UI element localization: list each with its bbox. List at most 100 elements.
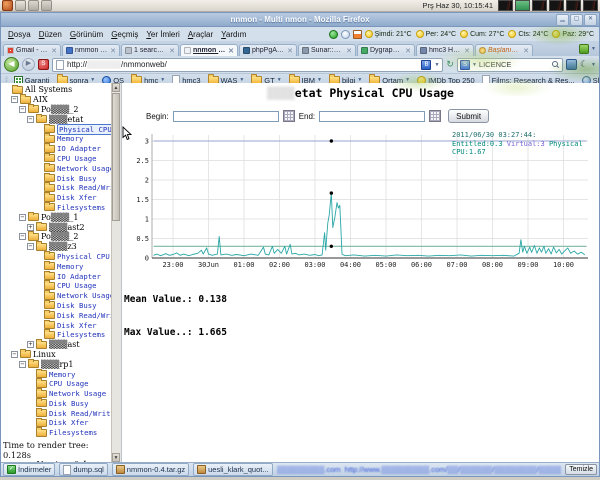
- tab-nnmon[interactable]: nnmon - ... ✕: [180, 44, 238, 56]
- collapse-icon[interactable]: −: [27, 243, 34, 251]
- tree-item-filesystems[interactable]: −Filesystems: [1, 427, 121, 438]
- tree-item-po-2[interactable]: − Po▒▒▒_2: [1, 104, 121, 115]
- tree-item-disk-busy[interactable]: −Disk Busy: [1, 397, 121, 409]
- search-engine-chevron-icon[interactable]: ▼: [472, 62, 477, 68]
- tree-item-physical-cpu[interactable]: −Physical CPU: [1, 251, 121, 262]
- tree-item-disk-busy[interactable]: −Disk Busy: [1, 172, 121, 183]
- collapse-icon[interactable]: −: [27, 116, 34, 123]
- back-button[interactable]: ◀: [4, 57, 19, 72]
- tab-1-search-r[interactable]: 1 search r... ✕: [121, 44, 179, 56]
- maximize-button[interactable]: ▢: [570, 14, 583, 26]
- tree-item-memory[interactable]: −Memory: [1, 368, 121, 379]
- search-input[interactable]: LICENCE: [479, 60, 550, 69]
- end-calendar-icon[interactable]: [429, 110, 442, 122]
- menu-ara-lar[interactable]: Araçlar: [184, 29, 217, 40]
- tab-dygraphs[interactable]: Dygraphs ...✕: [357, 44, 415, 56]
- tree-item-disk-xfer[interactable]: −Disk Xfer: [1, 192, 121, 203]
- new-tab-addon-icon[interactable]: [579, 44, 590, 54]
- collapse-icon[interactable]: −: [11, 96, 18, 104]
- url-bar[interactable]: http://▒▒▒▒▒▒/nmmonweb/ B ▼: [52, 57, 444, 72]
- tree-item-network-usage[interactable]: −Network Usage: [1, 290, 121, 301]
- clear-downloads-button[interactable]: Temizle: [565, 464, 597, 475]
- panel-app-icon-2[interactable]: [41, 0, 52, 11]
- tree-item-disk-xfer[interactable]: −Disk Xfer: [1, 319, 121, 330]
- submit-button[interactable]: Submit: [448, 109, 490, 123]
- menu-g-r-n-m[interactable]: Görünüm: [66, 29, 107, 40]
- tab-close-icon[interactable]: ✕: [287, 47, 293, 55]
- tree-item-cpu-usage[interactable]: −CPU Usage: [1, 378, 121, 389]
- menu-dosya[interactable]: Dosya: [4, 29, 35, 40]
- expand-icon[interactable]: +: [27, 341, 34, 349]
- tab-list-chevron-icon[interactable]: ▼: [591, 46, 596, 52]
- tree-item-network-usage[interactable]: −Network Usage: [1, 388, 121, 399]
- tab-close-icon[interactable]: ✕: [405, 47, 411, 55]
- workspace-thumbnail-5[interactable]: [566, 0, 581, 11]
- tab-hmc3-har[interactable]: hmc3 Har... ✕: [416, 44, 474, 56]
- close-button[interactable]: ✕: [584, 14, 597, 26]
- collapse-icon[interactable]: −: [19, 214, 26, 221]
- tree-item-ast2[interactable]: + ▒▒▒ast2: [1, 221, 121, 232]
- downloads-button[interactable]: ✓ İndirmeler: [3, 463, 56, 476]
- scrollbar-thumb[interactable]: [112, 93, 120, 221]
- tab-close-icon[interactable]: ✕: [169, 47, 175, 55]
- tab-close-icon[interactable]: ✕: [110, 47, 116, 55]
- collapse-icon[interactable]: −: [19, 233, 26, 241]
- expand-icon[interactable]: +: [27, 223, 34, 231]
- panel-launcher-icon[interactable]: [2, 0, 13, 11]
- minimize-button[interactable]: ▁: [556, 14, 569, 26]
- tree-item-po-2[interactable]: − Po▒▒▒_2: [1, 231, 121, 242]
- search-box[interactable]: S ▼ LICENCE: [456, 57, 563, 72]
- search-icon[interactable]: [551, 60, 560, 69]
- workspace-thumbnail-1[interactable]: [498, 0, 513, 11]
- forward-button[interactable]: ▶: [22, 58, 35, 71]
- tree-item-network-usage[interactable]: −Network Usage: [1, 162, 121, 173]
- tree-item-cpu-usage[interactable]: −CPU Usage: [1, 153, 121, 164]
- tab-nmmon-m[interactable]: nmmon - M...✕: [62, 44, 120, 56]
- tree-item-all-systems[interactable]: −All Systems: [1, 84, 121, 95]
- download-dump-sql[interactable]: dump.sql: [59, 463, 108, 476]
- download-nmmon-0-4-tar-gz[interactable]: nmmon-0.4.tar.gz: [111, 463, 190, 476]
- tree-item-etat[interactable]: − ▒▒▒etat: [1, 113, 121, 124]
- tree-item-memory[interactable]: −Memory: [1, 260, 121, 271]
- panel-app-icon[interactable]: [28, 0, 39, 11]
- begin-calendar-icon[interactable]: [282, 110, 295, 122]
- tree-item-filesystems[interactable]: −Filesystems: [1, 329, 121, 340]
- weather-refresh-icon[interactable]: [340, 29, 350, 39]
- tree-item-io-adapter[interactable]: −IO Adapter: [1, 143, 121, 154]
- collapse-icon[interactable]: −: [19, 106, 26, 113]
- workspace-thumbnail-3[interactable]: [532, 0, 547, 11]
- reload-icon[interactable]: ↻: [446, 60, 454, 69]
- addon-icon[interactable]: [565, 59, 577, 70]
- tree-item-disk-read-write[interactable]: −Disk Read/Write: [1, 309, 121, 320]
- tab-phppgad[interactable]: phpPgAd... ✕: [239, 44, 297, 56]
- url-text[interactable]: http://▒▒▒▒▒▒/nmmonweb/: [67, 60, 418, 69]
- tab-close-icon[interactable]: ✕: [51, 47, 57, 55]
- workspace-thumbnail-6[interactable]: [583, 0, 598, 11]
- tree-item-disk-read-write[interactable]: −Disk Read/Write: [1, 407, 121, 418]
- clock[interactable]: Prş Haz 30, 10:15:41: [423, 1, 496, 10]
- tree-item-io-adapter[interactable]: −IO Adapter: [1, 270, 121, 281]
- toolbar-overflow-chevron-icon[interactable]: ▼: [591, 62, 596, 68]
- end-input[interactable]: [319, 110, 426, 122]
- window-titlebar[interactable]: nnmon - Multi nmon - Mozilla Firefox ▁ ▢…: [1, 13, 599, 27]
- tree-item-physical-cpu[interactable]: −Physical CPU: [1, 123, 121, 135]
- begin-input[interactable]: [172, 110, 279, 122]
- workspace-thumbnail-2[interactable]: [515, 0, 530, 11]
- tree-item-cpu-usage[interactable]: −CPU Usage: [1, 280, 121, 291]
- tree-item-linux[interactable]: − Linux: [1, 349, 121, 360]
- tree-item-rp1[interactable]: − ▒▒▒rp1: [1, 358, 121, 369]
- tree-item-memory[interactable]: −Memory: [1, 133, 121, 144]
- scroll-down-icon[interactable]: ▼: [112, 453, 120, 462]
- tree-item-ast[interactable]: + ▒▒▒ast: [1, 339, 121, 350]
- tab-close-icon[interactable]: ✕: [464, 47, 470, 55]
- tree-item-disk-xfer[interactable]: −Disk Xfer: [1, 417, 121, 428]
- tab-close-icon[interactable]: ✕: [346, 47, 352, 55]
- menu-yard-m[interactable]: Yardım: [217, 29, 250, 40]
- tab-close-icon[interactable]: ✕: [523, 47, 529, 55]
- tree-scrollbar[interactable]: ▲ ▼: [111, 83, 121, 462]
- weather-calendar-icon[interactable]: [352, 29, 362, 39]
- scroll-up-icon[interactable]: ▲: [112, 83, 120, 92]
- tab-ba-lan-yor[interactable]: Başlanıyor...✕: [475, 44, 533, 56]
- download-uesli-klark-quot[interactable]: uesli_klark_quot...: [193, 463, 273, 476]
- moon-icon[interactable]: ☾: [580, 60, 588, 69]
